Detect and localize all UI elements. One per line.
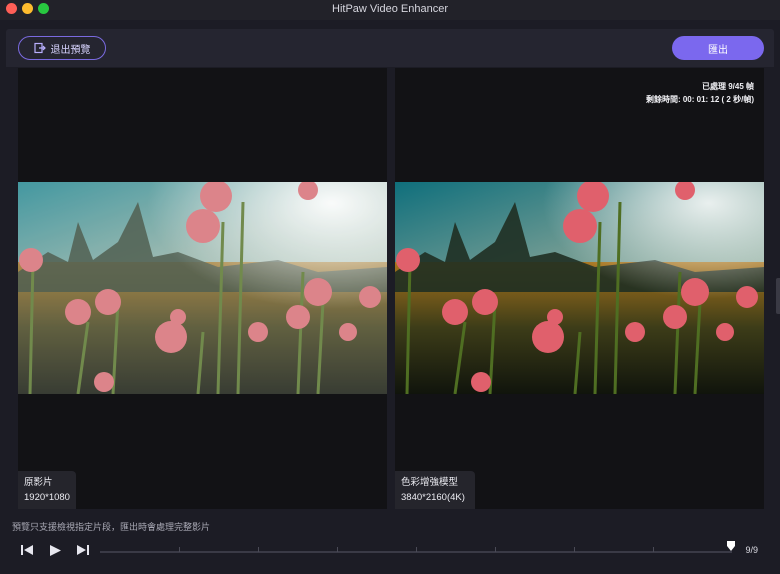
timeline-tick: [179, 547, 180, 552]
timeline-tick: [574, 547, 575, 552]
processing-status: 已處理 9/45 幀 剩餘時間: 00: 01: 12 ( 2 秒/幀): [646, 80, 754, 106]
side-panel-handle[interactable]: [776, 278, 780, 314]
exit-preview-label: 退出預覽: [50, 44, 91, 56]
preview-notice: 預覽只支援檢視指定片段，匯出時會處理完整影片: [12, 522, 211, 532]
next-frame-button[interactable]: [74, 542, 92, 558]
processed-frames: 已處理 9/45 幀: [701, 82, 754, 91]
original-label: 原影片: [24, 477, 53, 488]
top-toolbar: 退出預覽 匯出: [6, 29, 774, 67]
preview-window: 退出預覽 匯出 原影片 1920*1080 已處理 9/45 幀 剩餘時間: 0…: [0, 20, 780, 574]
original-caption: 原影片 1920*1080: [18, 471, 76, 509]
timeline-tick: [337, 547, 338, 552]
exit-icon: [33, 42, 46, 54]
play-icon: [49, 544, 61, 556]
enhanced-label: 色彩增強模型: [401, 477, 459, 488]
next-frame-icon: [77, 545, 89, 555]
enhanced-video-pane: 已處理 9/45 幀 剩餘時間: 00: 01: 12 ( 2 秒/幀) 色彩增…: [395, 68, 764, 509]
export-button[interactable]: 匯出: [672, 36, 764, 60]
original-video-frame: [18, 182, 387, 394]
compare-divider[interactable]: [388, 68, 394, 509]
timeline-tick: [495, 547, 496, 552]
playhead-marker-icon[interactable]: [726, 540, 736, 552]
exit-preview-button[interactable]: 退出預覽: [18, 36, 106, 60]
original-resolution: 1920*1080: [24, 492, 70, 503]
title-bar: HitPaw Video Enhancer: [0, 0, 780, 20]
timeline-track[interactable]: [100, 541, 735, 553]
enhanced-resolution: 3840*2160(4K): [401, 492, 465, 503]
frame-counter: 9/9: [745, 545, 758, 555]
window-title: HitPaw Video Enhancer: [332, 3, 448, 15]
timeline-tick: [653, 547, 654, 552]
timeline-tick: [416, 547, 417, 552]
remaining-time: 剩餘時間: 00: 01: 12 ( 2 秒/幀): [645, 95, 754, 104]
play-button[interactable]: [46, 542, 64, 558]
original-video-pane: 原影片 1920*1080: [18, 68, 387, 509]
previous-frame-button[interactable]: [18, 542, 36, 558]
enhanced-caption: 色彩增強模型 3840*2160(4K): [395, 471, 475, 509]
timeline-tick: [258, 547, 259, 552]
enhanced-video-frame: [395, 182, 764, 394]
previous-frame-icon: [21, 545, 33, 555]
player-controls: 9/9: [0, 533, 780, 574]
